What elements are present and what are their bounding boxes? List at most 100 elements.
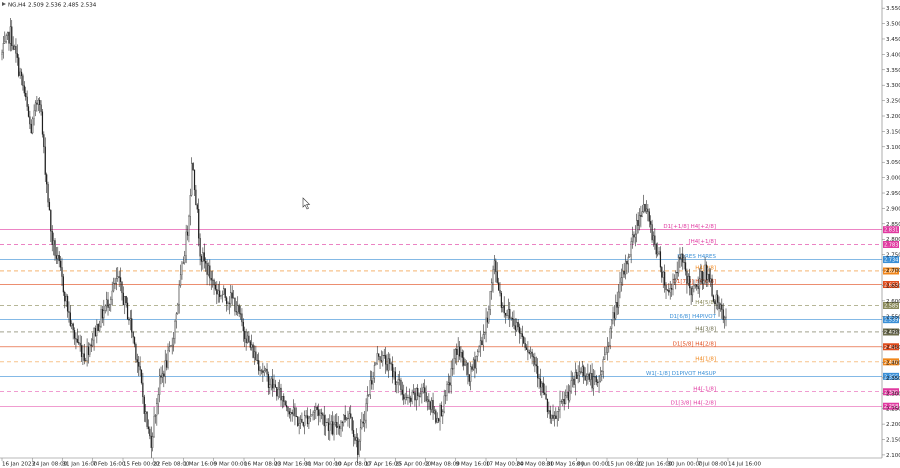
candle-body <box>225 297 228 304</box>
candle-body <box>316 406 318 410</box>
candle-body <box>442 411 444 417</box>
candle-body <box>616 302 618 308</box>
candle-body <box>555 415 557 419</box>
y-tick-label: 2.700 <box>886 268 900 274</box>
candle-body <box>258 360 260 371</box>
candle-body <box>389 358 391 364</box>
candle-body <box>291 412 293 415</box>
candle-body <box>488 309 490 323</box>
candle-body <box>576 372 578 379</box>
candle-body <box>256 360 258 361</box>
candle-body <box>306 415 309 425</box>
candle-body <box>489 291 491 310</box>
candle-body <box>524 343 526 348</box>
candle-body <box>583 366 585 376</box>
candle-body <box>355 437 357 441</box>
candle-body <box>206 263 208 275</box>
candle-body <box>426 399 429 402</box>
candle-body <box>460 352 462 357</box>
candle-body <box>61 267 63 277</box>
candle-body <box>634 233 636 238</box>
candle-body <box>4 41 6 44</box>
candle-body <box>83 353 85 361</box>
candle-body <box>405 397 408 398</box>
candle-body <box>44 146 46 175</box>
candle-body <box>68 311 70 313</box>
candle-body <box>126 302 129 320</box>
candle-body <box>446 384 448 396</box>
candle-body <box>598 381 600 383</box>
candle-body <box>453 358 455 369</box>
candle-body <box>570 380 572 392</box>
candle-body <box>454 349 456 360</box>
candle-body <box>449 382 451 386</box>
candle-body <box>248 335 250 342</box>
candle-body <box>172 338 175 346</box>
candle-body <box>245 338 247 344</box>
candle-body <box>700 271 702 279</box>
candle-body <box>686 270 688 284</box>
candle-body <box>166 360 168 368</box>
candle-body <box>567 391 569 401</box>
candle-body <box>50 210 52 232</box>
candle-body <box>396 382 398 385</box>
candle-body <box>133 337 136 345</box>
candle-body <box>319 412 321 416</box>
candle-body <box>701 271 703 284</box>
candle-body <box>8 32 10 44</box>
candle-body <box>477 351 479 357</box>
candle-body <box>94 328 97 337</box>
candle-body <box>482 334 484 346</box>
candle-body <box>101 309 104 319</box>
y-tick-label: 3.500 <box>886 22 900 28</box>
candle-body <box>659 251 662 268</box>
candle-body <box>560 400 562 402</box>
candle-body <box>281 396 283 401</box>
candle-body <box>156 403 158 416</box>
candle-body <box>249 341 251 348</box>
candle-body <box>472 359 475 370</box>
candle-body <box>545 394 547 400</box>
candle-body <box>311 414 313 417</box>
candle-body <box>698 278 701 290</box>
candle-body <box>722 309 724 320</box>
candle-body <box>150 435 152 448</box>
candle-body <box>693 285 695 289</box>
candle-body <box>308 417 310 425</box>
candle-body <box>302 422 304 426</box>
candle-body <box>417 388 419 396</box>
y-tick-label: 3.150 <box>886 129 900 135</box>
candle-body <box>658 251 660 254</box>
candle-body <box>624 260 627 275</box>
candle-body <box>93 328 95 341</box>
candle-body <box>650 221 652 225</box>
candle-body <box>485 317 487 333</box>
candle-body <box>189 195 191 217</box>
level-label: W1[-1/8] D1PIVOT H4SUP <box>646 371 717 377</box>
candle-body <box>267 374 270 388</box>
candle-body <box>334 421 337 425</box>
candle-body <box>86 346 88 361</box>
candle-body <box>242 321 244 332</box>
candle-body <box>128 318 130 321</box>
candle-body <box>33 110 35 120</box>
candle-body <box>619 282 621 293</box>
candle-body <box>551 414 553 419</box>
candle-body <box>458 346 461 357</box>
candle-body <box>544 392 546 395</box>
candle-body <box>244 330 246 339</box>
candle-body <box>80 345 83 357</box>
candle-body <box>351 417 353 431</box>
candle-body <box>318 409 320 416</box>
candle-body <box>421 391 423 395</box>
chart-canvas[interactable]: D1[+1/8] H4[+2/8]2.831[H4[+1/8]2.783D1RE… <box>0 0 900 468</box>
candle-body <box>644 204 646 212</box>
candle-body <box>691 288 694 296</box>
candle-body <box>214 285 217 290</box>
x-tick-label: 1 Mar 16:00 <box>184 462 218 468</box>
candle-body <box>146 411 148 427</box>
candle-body <box>32 118 34 134</box>
candle-body <box>530 351 532 354</box>
candle-body <box>654 235 656 245</box>
candle-body <box>161 373 164 378</box>
